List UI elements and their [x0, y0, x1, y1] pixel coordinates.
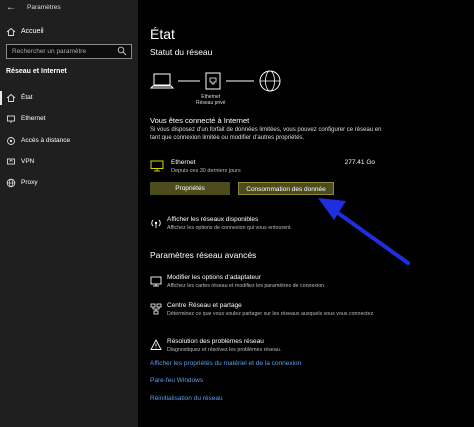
annotation-arrow-icon	[318, 198, 410, 265]
